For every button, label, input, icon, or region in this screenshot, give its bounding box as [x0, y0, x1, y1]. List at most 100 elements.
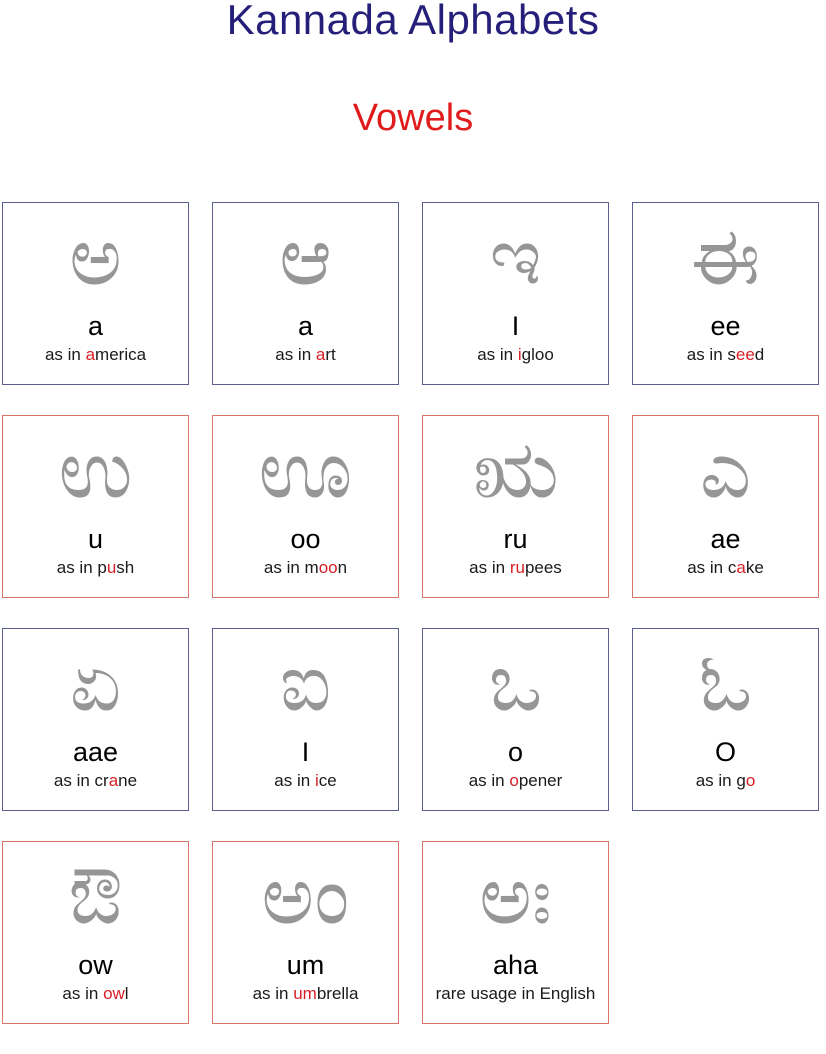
- example-word: as in crane: [54, 770, 137, 792]
- vowel-card[interactable]: ಅಂ um as in umbrella: [212, 841, 399, 1024]
- vowel-card[interactable]: ಏ aae as in crane: [2, 628, 189, 811]
- roman-transliteration: aae: [72, 737, 119, 767]
- example-highlight: ru: [509, 558, 525, 577]
- kannada-glyph: ಅಃ: [479, 851, 552, 940]
- example-highlight: oo: [318, 558, 338, 577]
- example-highlight: o: [745, 771, 756, 790]
- kannada-alphabet-sheet: Kannada Alphabets Vowels ಅ a as in america…: [0, 0, 826, 1024]
- example-highlight: o: [509, 771, 519, 790]
- vowel-card[interactable]: ಆ a as in art: [212, 202, 399, 385]
- vowel-card[interactable]: ಓ Oas in go: [632, 628, 819, 811]
- example-highlight: ow: [103, 984, 125, 1003]
- example-suffix: pees: [524, 558, 562, 577]
- kannada-glyph: ಅ: [69, 212, 122, 301]
- vowel-card[interactable]: ಐ Ias in ice: [212, 628, 399, 811]
- vowel-card[interactable]: ಉ u as in push: [2, 415, 189, 598]
- vowel-row: ಔ ow as in owl ಅಂ um as in umbrella ಅಃ aha rare …: [2, 841, 824, 1024]
- example-prefix: as in c: [687, 558, 737, 577]
- kannada-glyph: ಎ: [699, 425, 752, 514]
- example-suffix: brella: [316, 984, 359, 1003]
- roman-transliteration: I: [301, 737, 310, 767]
- page-title: Kannada Alphabets: [226, 0, 600, 43]
- example-suffix: ke: [745, 558, 764, 577]
- example-suffix: l: [124, 984, 129, 1003]
- kannada-glyph: ಈ: [690, 212, 761, 301]
- roman-transliteration: ae: [710, 524, 741, 554]
- example-suffix: pener: [518, 771, 563, 790]
- example-prefix: as in: [477, 345, 518, 364]
- roman-transliteration: oo: [290, 524, 321, 554]
- example-word: rare usage in English: [436, 983, 596, 1005]
- vowel-card[interactable]: ಇ Ias in igloo: [422, 202, 609, 385]
- vowel-grid: ಅ a as in america ಆ a as in art ಇ Ias in igloo ಈ…: [2, 202, 824, 1054]
- example-prefix: as in: [469, 558, 510, 577]
- kannada-glyph: ಆ: [279, 212, 332, 301]
- roman-transliteration: ow: [78, 950, 113, 980]
- example-word: as in america: [45, 344, 146, 366]
- example-prefix: as in: [274, 771, 315, 790]
- vowel-row: ಅ a as in america ಆ a as in art ಇ Ias in igloo ಈ…: [2, 202, 824, 385]
- example-prefix: as in: [252, 984, 294, 1003]
- example-highlight: u: [106, 558, 117, 577]
- example-highlight: a: [108, 771, 119, 790]
- example-highlight: a: [736, 558, 746, 577]
- example-word: as in igloo: [477, 344, 554, 366]
- example-suffix: gloo: [521, 345, 554, 364]
- vowel-card[interactable]: ಎ ae as in cake: [632, 415, 819, 598]
- kannada-glyph: ಒ: [488, 638, 543, 727]
- example-suffix: sh: [116, 558, 135, 577]
- example-suffix: n: [337, 558, 348, 577]
- roman-transliteration: aha: [492, 950, 539, 980]
- vowel-card[interactable]: ಅ a as in america: [2, 202, 189, 385]
- kannada-glyph: ಏ: [69, 638, 122, 727]
- example-word: as in opener: [469, 770, 563, 792]
- example-word: as in seed: [687, 344, 765, 366]
- example-prefix: as in: [44, 345, 86, 364]
- roman-transliteration: I: [511, 311, 520, 341]
- vowel-row: ಏ aae as in crane ಐ Ias in ice ಒ o as in opener…: [2, 628, 824, 811]
- example-word: as in owl: [62, 983, 128, 1005]
- kannada-glyph: ಊ: [258, 425, 353, 514]
- section-subtitle: Vowels: [352, 97, 474, 139]
- vowel-card[interactable]: ಈ ee as in seed: [632, 202, 819, 385]
- example-suffix: rt: [325, 345, 336, 364]
- example-prefix: rare usage in English: [435, 984, 596, 1003]
- roman-transliteration: um: [286, 950, 325, 980]
- kannada-glyph: ಅಂ: [261, 851, 350, 940]
- example-word: as in umbrella: [253, 983, 359, 1005]
- example-suffix: merica: [95, 345, 147, 364]
- example-prefix: as in g: [695, 771, 746, 790]
- kannada-glyph: ಉ: [58, 425, 133, 514]
- kannada-glyph: ಓ: [698, 638, 753, 727]
- example-highlight: a: [315, 345, 326, 364]
- example-prefix: as in p: [56, 558, 107, 577]
- kannada-glyph: ಋ: [472, 425, 559, 514]
- example-prefix: as in: [62, 984, 104, 1003]
- roman-transliteration: u: [87, 524, 104, 554]
- vowel-card[interactable]: ಋ ru as in rupees: [422, 415, 609, 598]
- vowel-row: ಉ u as in push ಊ oo as in moon ಋ ru as in rupees…: [2, 415, 824, 598]
- example-word: as in moon: [264, 557, 347, 579]
- roman-transliteration: a: [297, 311, 314, 341]
- roman-transliteration: a: [87, 311, 104, 341]
- roman-transliteration: O: [714, 737, 736, 767]
- example-word: as in rupees: [469, 557, 562, 579]
- vowel-card[interactable]: ಅಃ aha rare usage in English: [422, 841, 609, 1024]
- roman-transliteration: ee: [710, 311, 741, 341]
- example-word: as in go: [696, 770, 756, 792]
- example-highlight: a: [85, 345, 96, 364]
- kannada-glyph: ಔ: [68, 851, 123, 940]
- vowel-card[interactable]: ಊ oo as in moon: [212, 415, 399, 598]
- vowel-card[interactable]: ಒ o as in opener: [422, 628, 609, 811]
- example-prefix: as in s: [686, 345, 736, 364]
- roman-transliteration: ru: [503, 524, 528, 554]
- example-suffix: d: [754, 345, 765, 364]
- kannada-glyph: ಐ: [279, 638, 332, 727]
- vowel-card[interactable]: ಔ ow as in owl: [2, 841, 189, 1024]
- example-suffix: ce: [318, 771, 337, 790]
- example-prefix: as in cr: [53, 771, 109, 790]
- example-word: as in push: [57, 557, 135, 579]
- example-prefix: as in: [275, 345, 316, 364]
- example-prefix: as in: [468, 771, 510, 790]
- kannada-glyph: ಇ: [489, 212, 542, 301]
